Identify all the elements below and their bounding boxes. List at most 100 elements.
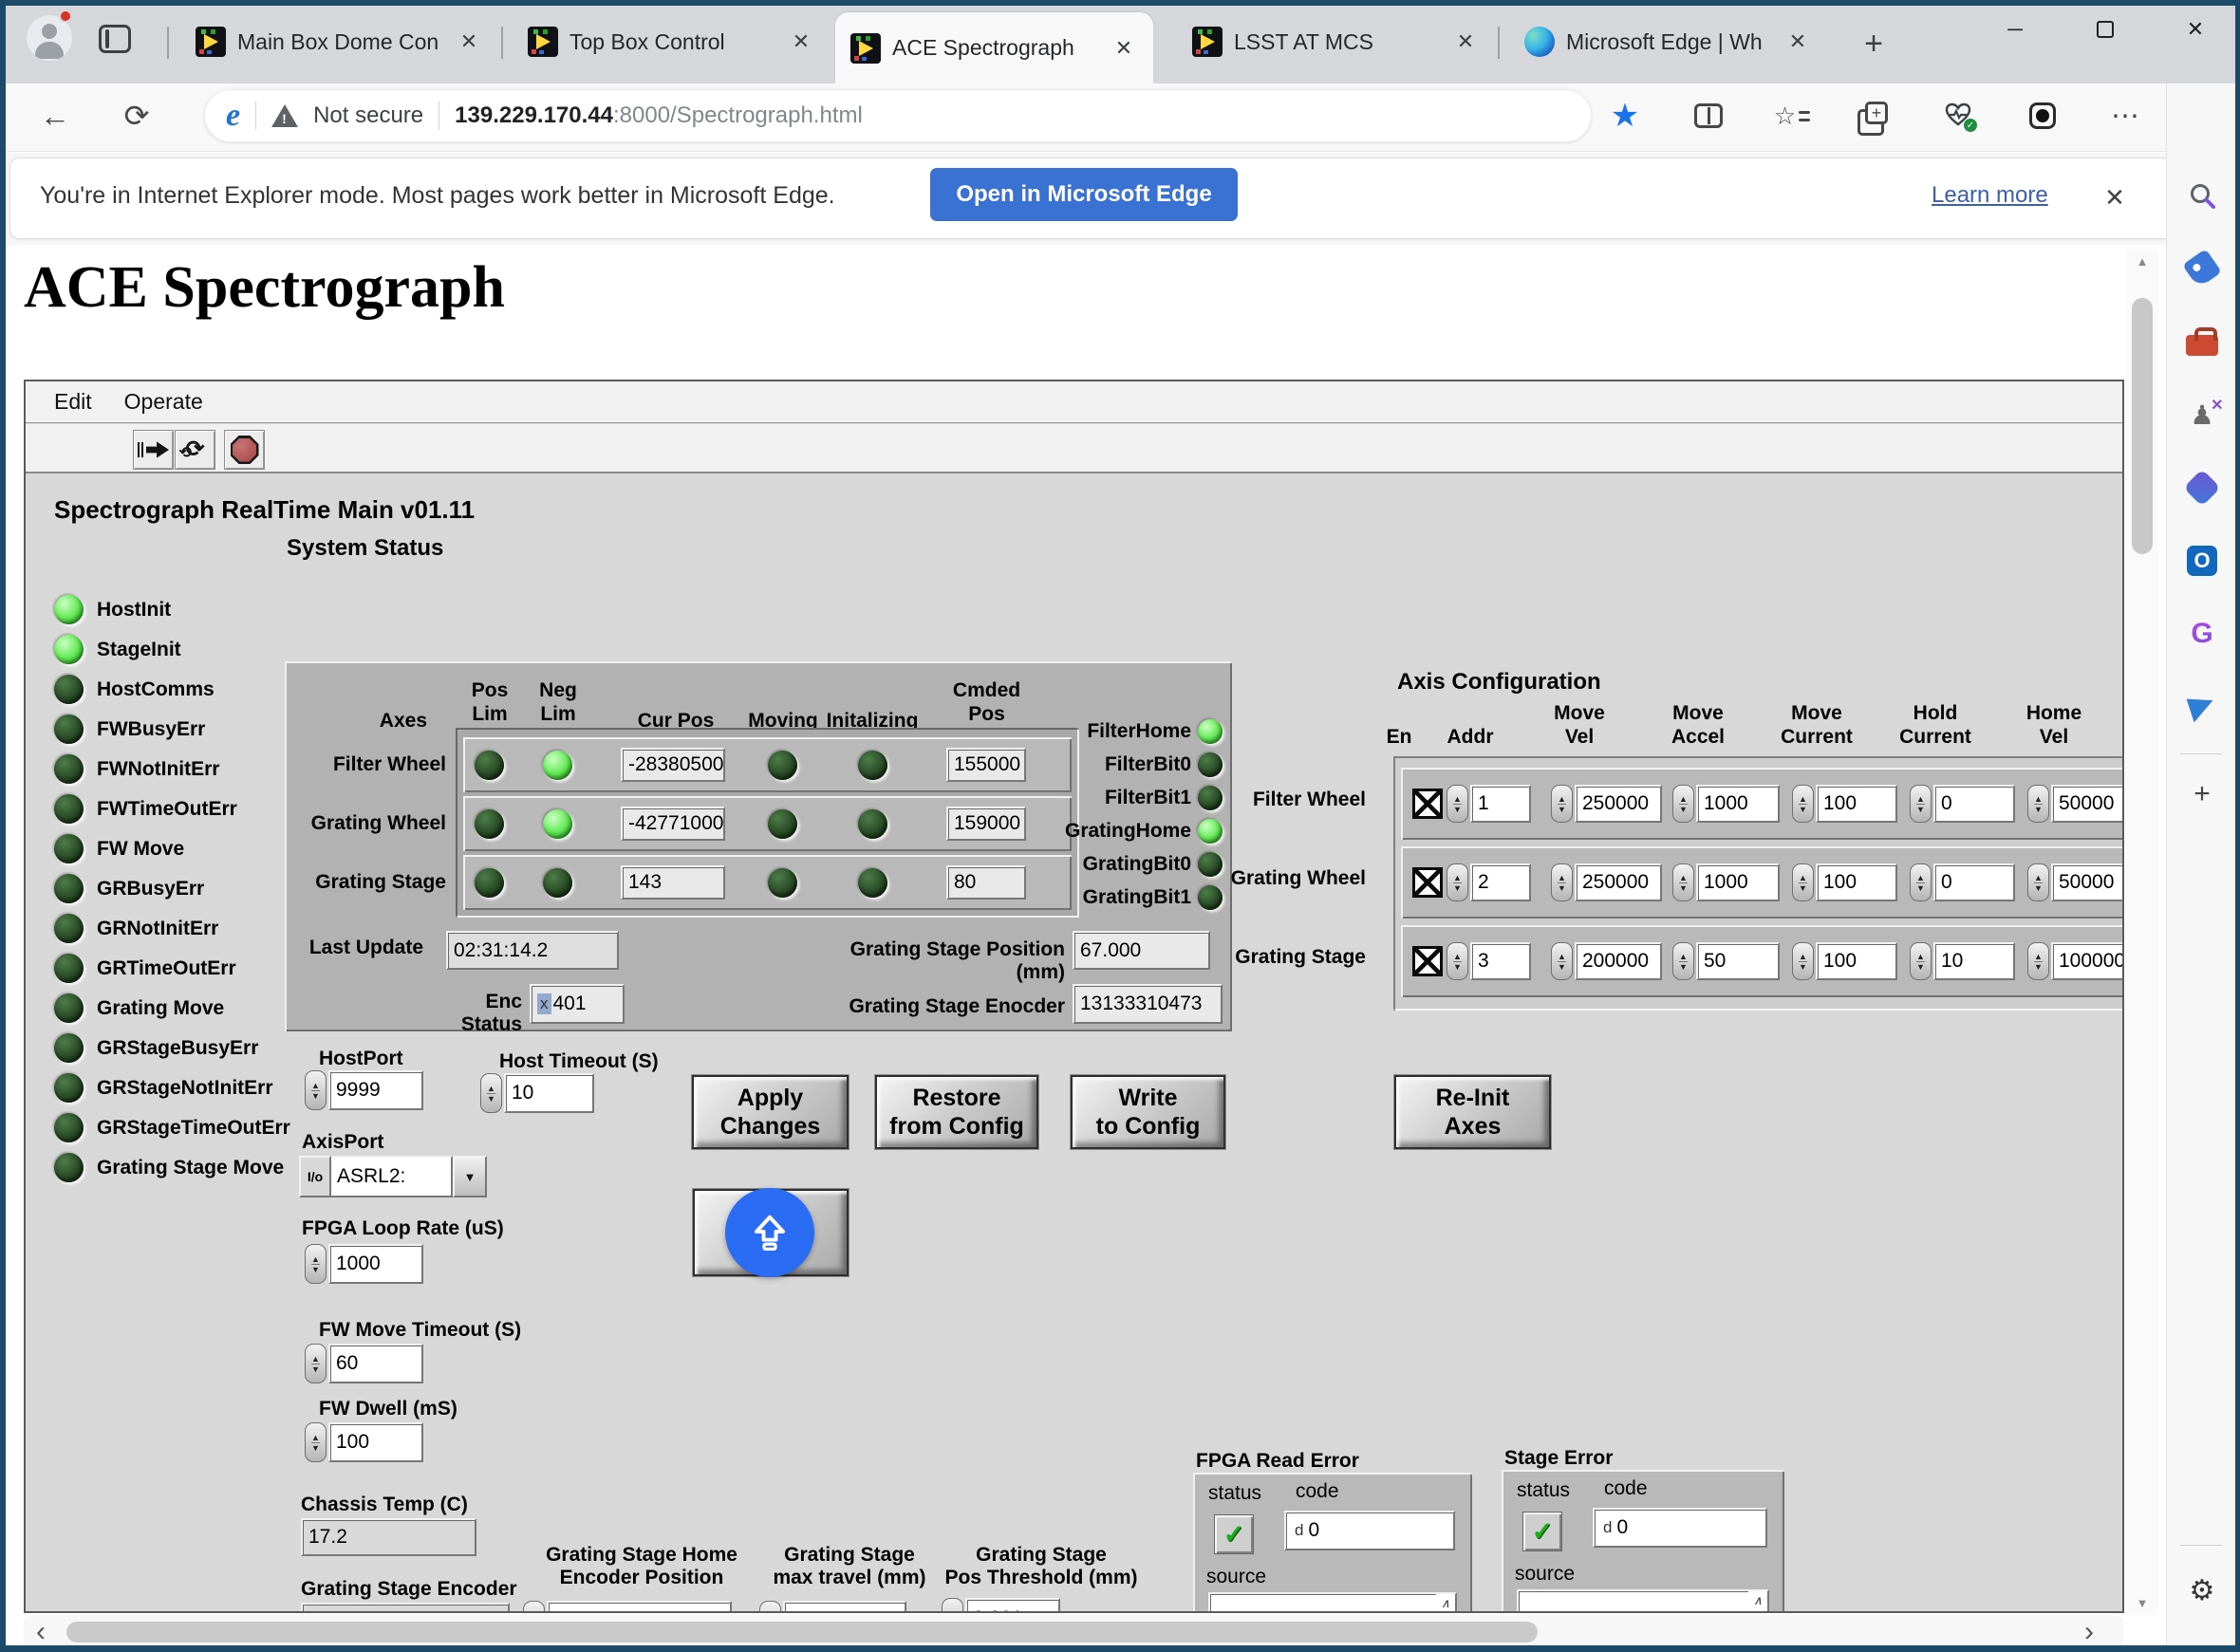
scroll-left-icon[interactable]: ‹ [24,1615,58,1649]
settings-icon[interactable]: ⚙ [2180,1568,2224,1612]
addr-control[interactable]: ▲▼3 [1447,942,1531,980]
move-accel-control[interactable]: ▲▼50 [1672,942,1780,980]
back-icon[interactable]: ← [34,95,76,137]
apply-changes-button[interactable]: Apply Changes [692,1075,849,1149]
spinner[interactable]: ▲▼ [1447,863,1468,901]
tab-close-icon[interactable]: ✕ [455,28,483,56]
split-screen-icon[interactable] [1688,95,1729,137]
designer-icon[interactable]: G [2180,612,2224,656]
more-icon[interactable]: ⋯ [2105,95,2147,137]
favorites-icon[interactable]: ☆ [1771,95,1813,137]
shopping-icon[interactable] [2180,247,2224,290]
spinner[interactable]: ▲▼ [1672,942,1694,980]
spinner[interactable]: ▲▼ [1672,785,1694,823]
source-scrollbar[interactable]: ∧∨ [1436,1594,1455,1613]
open-in-edge-button[interactable]: Open in Microsoft Edge [930,168,1238,221]
enable-checkbox[interactable] [1412,867,1443,898]
gs-threshold-control[interactable]: ▲▼0.001 [942,1598,1060,1613]
run-button[interactable] [133,430,174,470]
hold-current-control[interactable]: ▲▼0 [1910,863,2015,901]
spinner[interactable]: ▲▼ [1792,942,1814,980]
spinner[interactable]: ▲▼ [1792,785,1814,823]
spinner[interactable]: ▲▼ [942,1598,963,1613]
url-text[interactable]: 139.229.170.44:8000/Spectrograph.html [455,102,863,129]
hold-current-control[interactable]: ▲▼0 [1910,785,2015,823]
spinner[interactable]: ▲▼ [1551,785,1573,823]
spinner[interactable]: ▲▼ [1447,785,1468,823]
axis-port-combo[interactable]: I/o ASRL2: ▼ [299,1156,487,1197]
scroll-right-icon[interactable]: › [2072,1615,2106,1649]
fw-dwell-control[interactable]: ▲▼100 [305,1422,423,1462]
spinner[interactable]: ▲▼ [2027,863,2049,901]
tab-close-icon[interactable]: ✕ [787,28,815,56]
enc-status-field[interactable]: x401 [530,984,625,1024]
warning-icon[interactable]: ! [271,104,298,127]
refresh-icon[interactable]: ⟳ [116,95,158,137]
spinner[interactable]: ▲▼ [523,1601,545,1613]
menu-edit[interactable]: Edit [54,389,92,415]
move-accel-control[interactable]: ▲▼1000 [1672,785,1780,823]
drop-icon[interactable] [2180,685,2224,729]
home-vel-control[interactable]: ▲▼50000 [2027,785,2124,823]
enable-checkbox[interactable] [1412,946,1443,976]
collections-icon[interactable]: + [1855,95,1896,137]
move-current-control[interactable]: ▲▼100 [1792,942,1897,980]
spinner[interactable]: ▲▼ [1447,942,1468,980]
spinner[interactable]: ▲▼ [2027,942,2049,980]
scroll-down-icon[interactable]: ▼ [2126,1590,2158,1615]
spinner[interactable]: ▲▼ [1551,863,1573,901]
radix-prefix[interactable]: x [537,993,551,1014]
spinner[interactable]: ▲▼ [1910,942,1932,980]
new-tab-button[interactable]: + [1853,23,1895,65]
spinner[interactable]: ▲▼ [305,1422,327,1462]
gs-max-travel-control[interactable]: ▲▼67.500 [759,1601,906,1613]
horizontal-scrollbar-thumb[interactable] [66,1622,1538,1643]
ie-reload-icon[interactable] [2022,95,2063,137]
spinner[interactable]: ▲▼ [305,1070,327,1110]
move-current-control[interactable]: ▲▼100 [1792,863,1897,901]
host-port-control[interactable]: ▲▼9999 [305,1070,423,1110]
home-vel-control[interactable]: ▲▼100000 [2027,942,2124,980]
add-sidebar-icon[interactable]: + [2180,772,2224,816]
tab-microsoft-edge[interactable]: Microsoft Edge | Wh ✕ [1509,12,1827,71]
vertical-scrollbar-thumb[interactable] [2132,298,2153,554]
gs-home-control[interactable]: ▲▼10885161687 [523,1601,732,1613]
move-current-control[interactable]: ▲▼100 [1792,785,1897,823]
close-button[interactable]: ✕ [2164,0,2227,59]
chevron-down-icon[interactable]: ▼ [453,1156,487,1197]
vertical-scrollbar[interactable]: ▲ ▼ [2126,249,2158,1615]
toolbox-icon[interactable] [2180,320,2224,363]
tab-ace-spectrograph[interactable]: ACE Spectrograph ✕ [835,12,1153,84]
menu-operate[interactable]: Operate [124,389,203,415]
fpga-loop-control[interactable]: ▲▼1000 [305,1244,423,1284]
address-bar[interactable]: e ! Not secure 139.229.170.44:8000/Spect… [204,89,1592,142]
move-vel-control[interactable]: ▲▼250000 [1551,785,1662,823]
outlook-icon[interactable]: O [2180,539,2224,583]
security-label[interactable]: Not secure [313,102,423,129]
move-accel-control[interactable]: ▲▼1000 [1672,863,1780,901]
hold-current-control[interactable]: ▲▼10 [1910,942,2015,980]
write-to-config-button[interactable]: Write to Config [1071,1075,1225,1149]
spinner[interactable]: ▲▼ [759,1601,781,1613]
tab-layout-icon[interactable] [99,25,131,53]
spinner[interactable]: ▲▼ [1792,863,1814,901]
tab-close-icon[interactable]: ✕ [1110,34,1138,63]
games-icon[interactable]: ♟✕ [2180,393,2224,436]
spinner[interactable]: ▲▼ [2027,785,2049,823]
run-continuous-button[interactable]: ⟳⟲ [175,430,215,470]
tab-close-icon[interactable]: ✕ [1451,28,1480,56]
spinner[interactable]: ▲▼ [1551,942,1573,980]
move-vel-control[interactable]: ▲▼200000 [1551,942,1662,980]
scroll-up-icon[interactable]: ▲ [2126,249,2158,273]
banner-close-icon[interactable]: ✕ [2096,178,2134,216]
minimize-button[interactable]: ─ [1984,0,2046,59]
essentials-icon[interactable]: ✓ [1938,95,1980,137]
tab-lsst-at-mcs[interactable]: LSST AT MCS ✕ [1177,12,1495,71]
addr-control[interactable]: ▲▼1 [1447,785,1531,823]
learn-more-link[interactable]: Learn more [1932,182,2048,209]
search-icon[interactable] [2180,174,2224,217]
reinit-axes-button[interactable]: Re-Init Axes [1394,1075,1551,1149]
spinner[interactable]: ▲▼ [1672,863,1694,901]
addr-control[interactable]: ▲▼2 [1447,863,1531,901]
spinner[interactable]: ▲▼ [305,1244,327,1284]
